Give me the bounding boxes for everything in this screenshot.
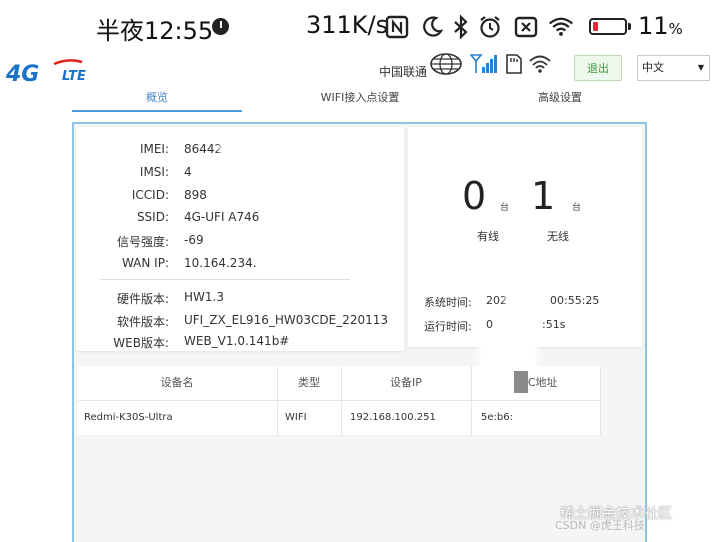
logo-text-lte: LTE — [62, 69, 86, 84]
imei-value: 86442 — [184, 142, 223, 156]
signal-strength-label: 信号强度: — [116, 235, 169, 249]
system-time-label: 系统时间: — [424, 296, 472, 309]
privacy-blur — [214, 172, 250, 196]
table-cell-ip: 192.168.100.251 — [350, 412, 436, 423]
software-version-value: UFI_ZX_EL916_HW03CDE_220113 — [184, 313, 389, 327]
system-time-value-end: 00:55:25 — [550, 294, 600, 307]
web-version-label: WEB版本: — [113, 336, 169, 350]
imsi-value: 4 — [184, 165, 192, 179]
battery-level-fill — [593, 22, 598, 31]
battery-unit: % — [668, 20, 683, 38]
table-header-divider — [78, 400, 600, 401]
iccid-label: ICCID: — [131, 188, 169, 202]
imei-label: IMEI: — [139, 142, 169, 156]
watermark-text-csdn: CSDN @虎王科技 — [555, 519, 645, 532]
table-cell-device-name: Redmi-K30S-Ultra — [84, 412, 173, 423]
divider — [100, 279, 350, 280]
globe-icon — [430, 53, 462, 75]
table-header-ip: 设备IP — [390, 376, 422, 389]
ssid-label: SSID: — [136, 210, 169, 224]
table-column-divider — [471, 366, 472, 436]
language-select[interactable]: 中文 ▼ — [637, 55, 710, 81]
data-off-icon — [514, 16, 538, 38]
battery-percentage: 11% — [638, 12, 683, 40]
table-cell-type: WIFI — [285, 412, 307, 423]
privacy-blur — [496, 314, 540, 334]
logo-graphic: 4G LTE — [5, 59, 86, 87]
wired-unit: 台 — [500, 203, 510, 213]
ssid-value: 4G-UFI A746 — [184, 210, 260, 224]
table-column-divider — [600, 366, 601, 436]
software-version-label: 软件版本: — [116, 315, 169, 329]
table-column-divider — [277, 366, 278, 436]
status-bar: 半夜12:55 311K/s 11% — [0, 0, 719, 52]
wireless-unit: 台 — [572, 203, 582, 213]
table-cell-mac: 5e:b6: — [481, 412, 513, 423]
nfc-icon — [385, 15, 409, 39]
chevron-down-icon: ▼ — [697, 63, 704, 72]
hardware-version-label: 硬件版本: — [116, 292, 169, 306]
tab-wifi-settings[interactable]: WIFI接入点设置 — [250, 90, 470, 110]
battery-nub — [628, 23, 631, 30]
status-time: 半夜12:55 — [96, 17, 214, 45]
privacy-blur — [506, 290, 546, 310]
wifi-icon — [549, 17, 573, 36]
4g-lte-logo: 4G LTE — [5, 56, 116, 87]
table-column-divider — [341, 366, 342, 436]
table-header-mac: AC地址 — [520, 376, 558, 389]
language-selected-value: 中文 — [642, 61, 664, 74]
logo-text-4g: 4G — [6, 62, 39, 86]
uptime-value-end: :51s — [542, 318, 566, 331]
tab-advanced-settings[interactable]: 高级设置 — [480, 90, 640, 110]
imsi-label: IMSI: — [139, 165, 169, 179]
status-net-speed: 311K/s — [306, 11, 389, 39]
uptime-label: 运行时间: — [424, 320, 472, 333]
alarm-icon — [480, 16, 500, 38]
battery-value: 11 — [638, 12, 669, 40]
moon-icon — [423, 16, 444, 37]
signal-strength-value: -69 — [184, 233, 204, 247]
table-row-divider — [78, 435, 600, 436]
hardware-version-value: HW1.3 — [184, 290, 224, 304]
header-wifi-icon — [529, 55, 551, 73]
wired-label: 有线 — [477, 230, 499, 243]
alarm-clock-icon — [212, 18, 229, 35]
web-version-value: WEB_V1.0.141b# — [184, 334, 290, 348]
sim-card-icon — [506, 54, 522, 74]
table-header-type: 类型 — [298, 376, 320, 389]
logout-button[interactable]: 退出 — [574, 55, 622, 81]
uptime-value-start: 0 — [486, 318, 493, 331]
system-time-value-start: 202 — [486, 294, 507, 307]
wireless-count: 1 — [531, 174, 556, 218]
wired-count: 0 — [462, 174, 487, 218]
tab-overview[interactable]: 概览 — [72, 90, 242, 112]
battery-icon — [589, 18, 627, 35]
privacy-blur — [220, 138, 300, 158]
wan-ip-label: WAN IP: — [121, 256, 169, 270]
bluetooth-icon — [454, 14, 468, 40]
wan-ip-value: 10.164.234. — [184, 256, 257, 270]
table-header-device-name: 设备名 — [160, 376, 194, 389]
wireless-label: 无线 — [547, 230, 569, 243]
carrier-name: 中国联通 — [379, 65, 428, 79]
mac-header-blur — [514, 371, 528, 393]
iccid-value: 898 — [184, 188, 207, 202]
signal-icon — [470, 54, 497, 73]
